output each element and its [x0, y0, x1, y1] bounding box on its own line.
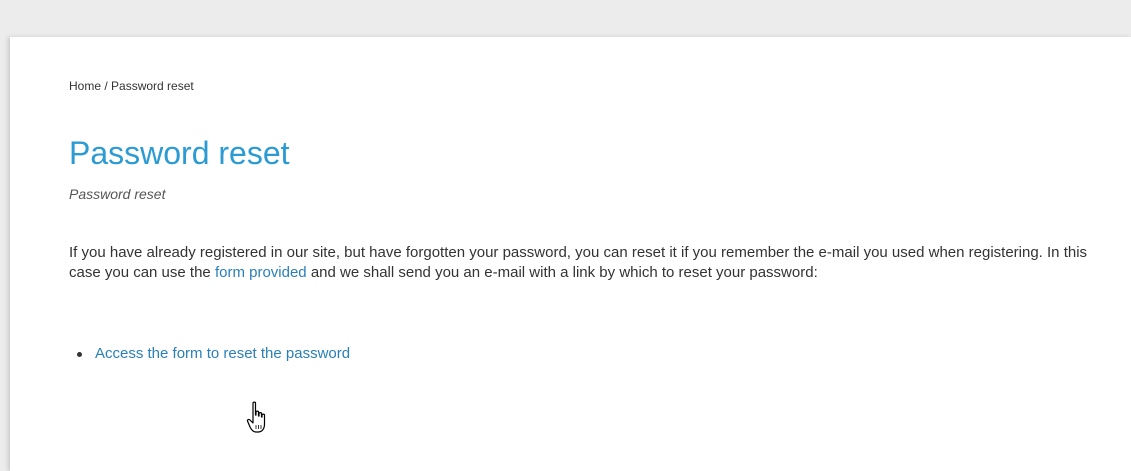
breadcrumb-home[interactable]: Home	[69, 79, 101, 93]
breadcrumb-separator: /	[101, 79, 112, 93]
top-bar	[0, 0, 1131, 12]
form-provided-link[interactable]: form provided	[215, 264, 307, 281]
intro-text-after: and we shall send you an e-mail with a l…	[306, 264, 818, 281]
link-list: Access the form to reset the password	[69, 344, 350, 364]
intro-paragraph: If you have already registered in our si…	[69, 243, 1109, 283]
list-item: Access the form to reset the password	[69, 344, 350, 364]
breadcrumb-current: Password reset	[111, 79, 194, 93]
hand-pointer-cursor-icon	[246, 401, 266, 433]
bullet-icon	[77, 352, 82, 357]
page-title: Password reset	[69, 135, 290, 171]
page-subtitle: Password reset	[69, 186, 166, 202]
reset-password-form-link[interactable]: Access the form to reset the password	[95, 345, 350, 362]
content-panel: Home / Password reset Password reset Pas…	[10, 37, 1131, 471]
breadcrumb: Home / Password reset	[69, 79, 194, 93]
